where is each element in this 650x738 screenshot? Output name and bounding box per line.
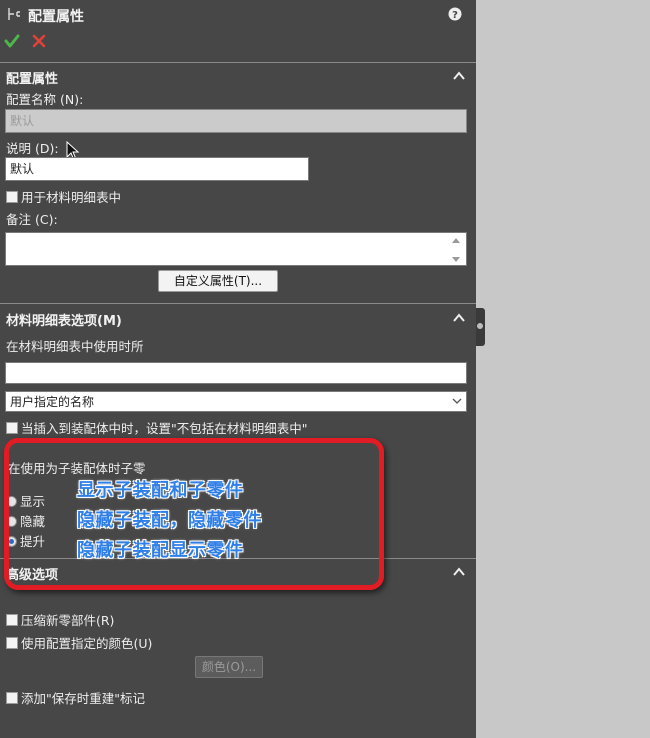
notes-label: 备注 (C): [6, 212, 58, 227]
collapse-chevron-icon[interactable] [452, 69, 466, 83]
handle-dot-icon [477, 323, 483, 329]
insert-exclude-checkbox[interactable]: 当插入到装配体中时，设置"不包括在材料明细表中" [6, 418, 308, 437]
rebuild-label: 添加"保存时重建"标记 [21, 691, 145, 706]
config-name-label: 配置名称 (N): [6, 92, 84, 107]
config-section-title: 配置属性 [6, 72, 59, 87]
ok-checkmark-icon[interactable] [4, 33, 20, 49]
divider [0, 62, 476, 63]
chevron-down-icon[interactable] [452, 397, 462, 405]
annotation-line-3: 隐藏子装配显示零件 [77, 540, 244, 561]
compress-new-components-checkbox[interactable]: 压缩新零部件(R) [6, 610, 114, 629]
compress-label: 压缩新零部件(R) [21, 613, 115, 628]
checkbox-icon[interactable] [6, 614, 18, 626]
color-button[interactable]: 颜色(O)... [195, 656, 263, 678]
notes-textarea[interactable] [5, 232, 467, 266]
svg-text:?: ? [452, 10, 458, 21]
collapse-chevron-icon[interactable] [452, 311, 466, 325]
bom-section-title: 材料明细表选项(M) [6, 314, 122, 329]
panel-title: 配置属性 [28, 9, 84, 25]
config-color-checkbox[interactable]: 使用配置指定的颜色(U) [6, 633, 152, 652]
collapse-chevron-icon[interactable] [452, 565, 466, 579]
custom-properties-button[interactable]: 自定义属性(T)... [158, 270, 278, 292]
panel-resize-handle[interactable] [476, 308, 485, 346]
cancel-x-icon[interactable] [32, 34, 46, 48]
annotation-line-1: 显示子装配和子零件 [77, 480, 244, 501]
property-manager-panel: 配置属性 ? 配置属性 配置名称 (N): 默认 说明 (D): 默认 用于材料… [0, 0, 476, 738]
config-color-label: 使用配置指定的颜色(U) [21, 636, 153, 651]
scroll-arrows-icon[interactable] [451, 236, 461, 264]
description-field[interactable]: 默认 [5, 157, 309, 181]
annotation-line-2: 隐藏子装配，隐藏零件 [77, 510, 262, 531]
config-name-field[interactable]: 默认 [5, 109, 467, 133]
checkbox-icon[interactable] [6, 191, 18, 203]
bom-use-label: 用于材料明细表中 [21, 190, 122, 205]
bom-use-checkbox[interactable]: 用于材料明细表中 [6, 187, 121, 206]
description-label: 说明 (D): [6, 141, 59, 156]
checkbox-icon[interactable] [6, 422, 18, 434]
help-icon[interactable]: ? [448, 7, 462, 21]
bom-name-select-value: 用户指定的名称 [10, 395, 95, 409]
checkbox-icon[interactable] [6, 692, 18, 704]
configuration-icon [8, 8, 20, 20]
bom-name-select[interactable]: 用户指定的名称 [5, 391, 467, 412]
bom-used-field[interactable] [5, 362, 467, 384]
bom-used-label: 在材料明细表中使用时所 [6, 339, 144, 354]
insert-exclude-label: 当插入到装配体中时，设置"不包括在材料明细表中" [21, 421, 308, 436]
divider [0, 303, 476, 304]
checkbox-icon[interactable] [6, 637, 18, 649]
rebuild-on-save-checkbox[interactable]: 添加"保存时重建"标记 [6, 688, 145, 707]
